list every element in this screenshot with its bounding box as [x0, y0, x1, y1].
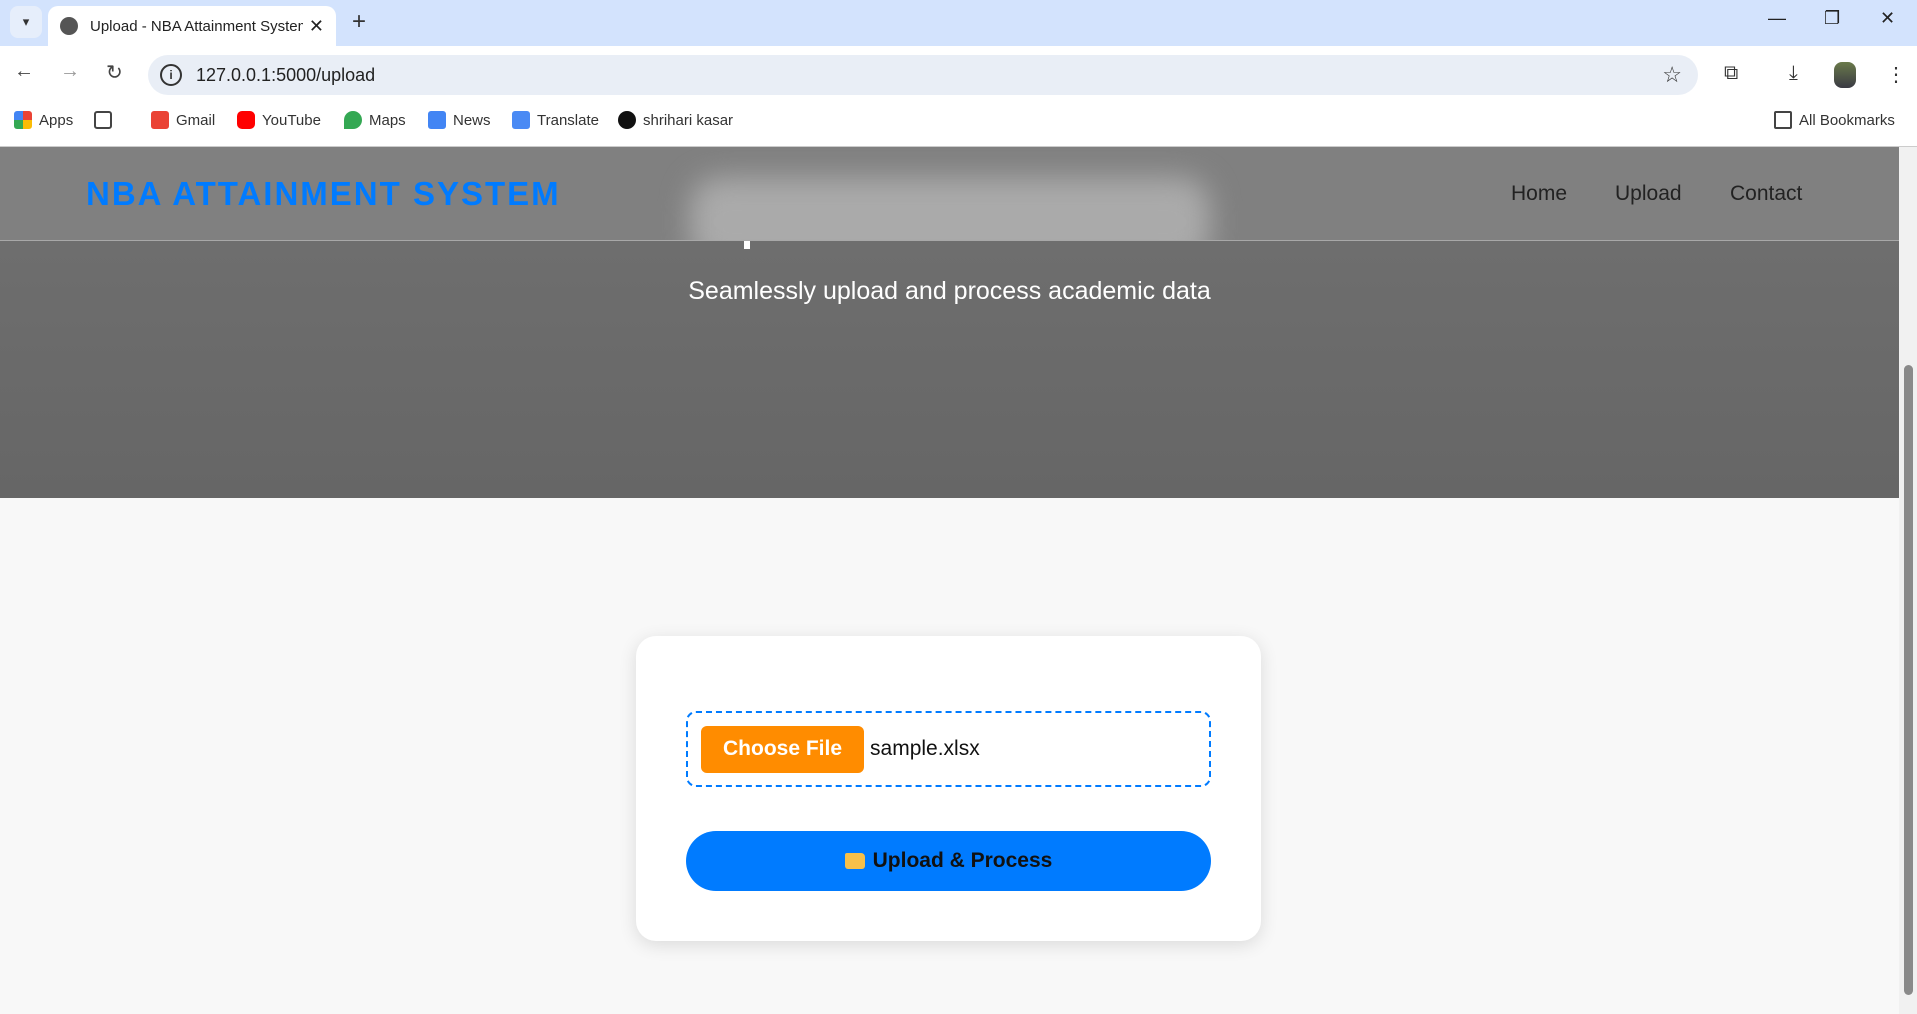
profile-avatar[interactable] [1834, 62, 1856, 88]
nav-contact[interactable]: Contact [1730, 182, 1802, 206]
hero-title-fragment [744, 241, 750, 249]
bookmark-label: Translate [537, 111, 599, 129]
back-icon[interactable]: ← [14, 60, 34, 83]
tab-search-button[interactable]: ▾ [10, 6, 42, 38]
close-window-button[interactable]: ✕ [1880, 8, 1895, 29]
bookmark-apps[interactable]: Apps [14, 111, 73, 129]
github-icon [618, 111, 636, 129]
selected-file-name: sample.xlsx [870, 737, 980, 760]
bookmark-label: Maps [369, 111, 406, 129]
globe-icon [60, 17, 78, 35]
folder-icon [844, 853, 865, 869]
bookmark-maps[interactable]: Maps [344, 111, 406, 129]
site-brand[interactable]: NBA ATTAINMENT SYSTEM [86, 175, 561, 213]
browser-tab[interactable]: Upload - NBA Attainment System ✕ [48, 6, 336, 46]
nav-upload[interactable]: Upload [1615, 182, 1682, 206]
bookmark-label: shrihari kasar [643, 111, 734, 129]
bookmark-label: News [453, 111, 491, 129]
bookmark-youtube[interactable]: YouTube [237, 111, 321, 129]
tab-title: Upload - NBA Attainment System [90, 17, 303, 35]
bookmark-label: Gmail [176, 111, 216, 129]
forward-icon[interactable]: → [60, 60, 80, 83]
reload-icon[interactable]: ↻ [106, 60, 123, 85]
bookmark-label: Apps [39, 111, 74, 129]
maps-icon [344, 111, 362, 129]
hero-subtitle: Seamlessly upload and process academic d… [688, 277, 1211, 305]
translate-icon [512, 111, 530, 129]
upload-button-label: Upload & Process [872, 849, 1053, 872]
choose-file-button[interactable]: Choose File [701, 725, 865, 773]
upload-card [636, 636, 1261, 941]
restore-button[interactable]: ❐ [1824, 8, 1840, 29]
bookmark-translate[interactable]: Translate [512, 111, 599, 129]
all-bookmarks[interactable]: All Bookmarks [1774, 111, 1895, 129]
folder-icon [1774, 111, 1792, 129]
header-blur [690, 177, 1210, 240]
news-icon [428, 111, 446, 129]
close-tab-icon[interactable]: ✕ [309, 16, 324, 37]
bookmark-github[interactable]: shrihari kasar [618, 111, 733, 129]
bookmark-label: YouTube [262, 111, 321, 129]
file-input[interactable]: Choose File sample.xlsx [686, 711, 1211, 787]
bookmark-label: All Bookmarks [1799, 111, 1895, 129]
apps-icon [14, 111, 32, 129]
tab-groups-icon[interactable] [94, 111, 112, 129]
scrollbar-thumb[interactable] [1904, 365, 1913, 995]
minimize-button[interactable]: — [1768, 8, 1786, 29]
youtube-icon [237, 111, 255, 129]
site-info-icon[interactable]: i [160, 64, 182, 86]
url-text[interactable]: 127.0.0.1:5000/upload [196, 65, 375, 86]
download-icon[interactable]: ⤓ [1789, 62, 1798, 85]
bookmark-gmail[interactable]: Gmail [151, 111, 215, 129]
nav-home[interactable]: Home [1511, 182, 1567, 206]
bookmark-news[interactable]: News [428, 111, 491, 129]
bookmark-star-icon[interactable]: ☆ [1662, 62, 1682, 88]
menu-icon[interactable]: ⋮ [1886, 62, 1906, 87]
gmail-icon [151, 111, 169, 129]
extensions-icon[interactable]: ⧉ [1724, 62, 1738, 85]
address-bar[interactable]: i 127.0.0.1:5000/upload ☆ [148, 55, 1698, 95]
upload-process-button[interactable]: Upload & Process [686, 831, 1211, 891]
new-tab-button[interactable]: + [352, 8, 366, 36]
